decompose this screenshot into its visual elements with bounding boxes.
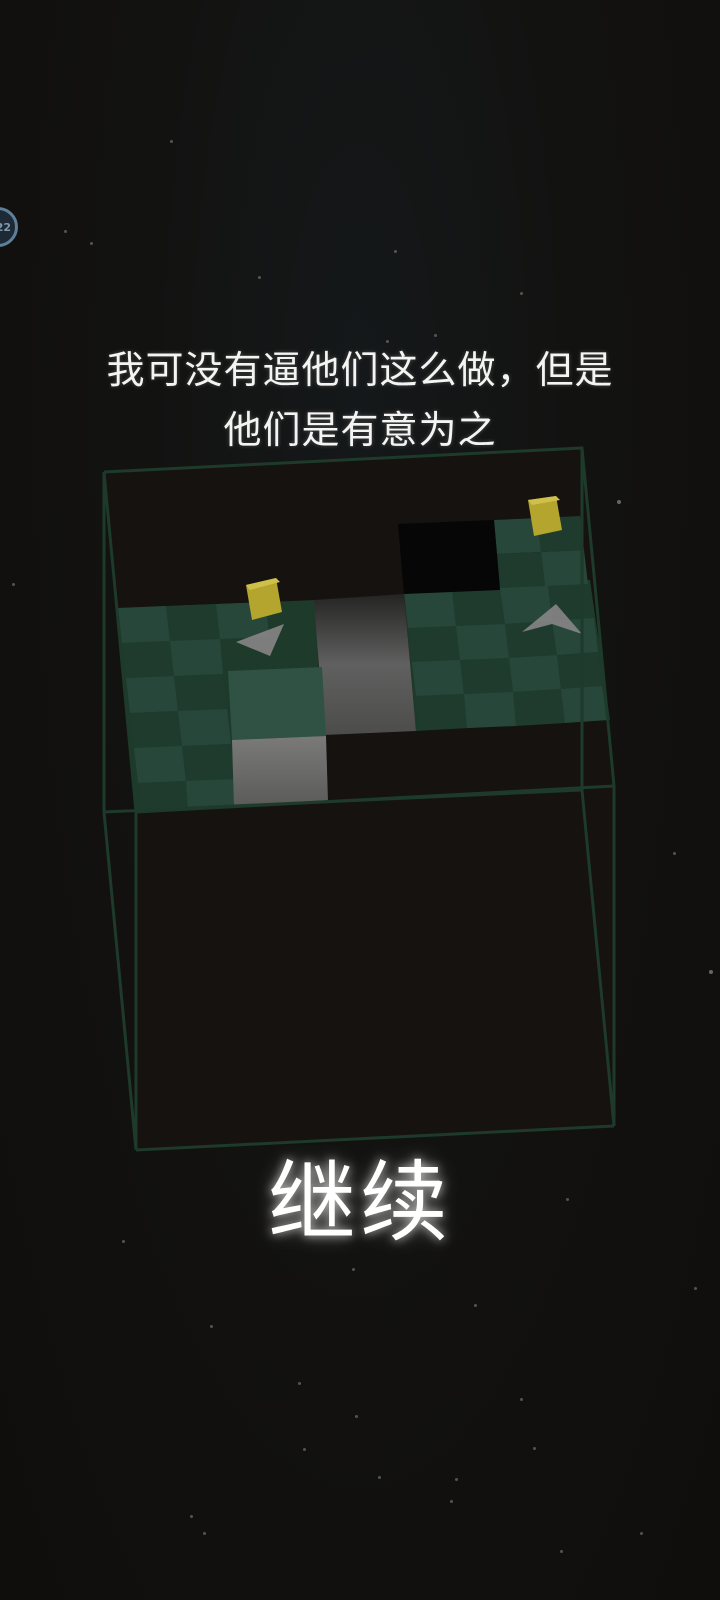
game-screen: 22 我可没有逼他们这么做，但是 他们是有意为之 继续 (0, 0, 720, 1600)
continue-button[interactable]: 继续 (210, 1140, 510, 1254)
raised-block-front (232, 736, 328, 806)
dialogue-line-2: 他们是有意为之 (223, 408, 497, 452)
continue-button-label: 继续 (267, 1150, 452, 1254)
raised-block-top (228, 667, 326, 740)
story-dialogue: 我可没有逼他们这么做，但是 他们是有意为之 (40, 340, 680, 460)
cube-front-face (136, 786, 614, 1150)
dialogue-line-1: 我可没有逼他们这么做，但是 (106, 348, 614, 392)
gem-cube-icon (528, 496, 562, 536)
stone-pillar (314, 594, 416, 735)
dark-pit (398, 520, 500, 594)
puzzle-cube-scene (102, 446, 616, 1152)
level-number: 22 (0, 220, 11, 234)
